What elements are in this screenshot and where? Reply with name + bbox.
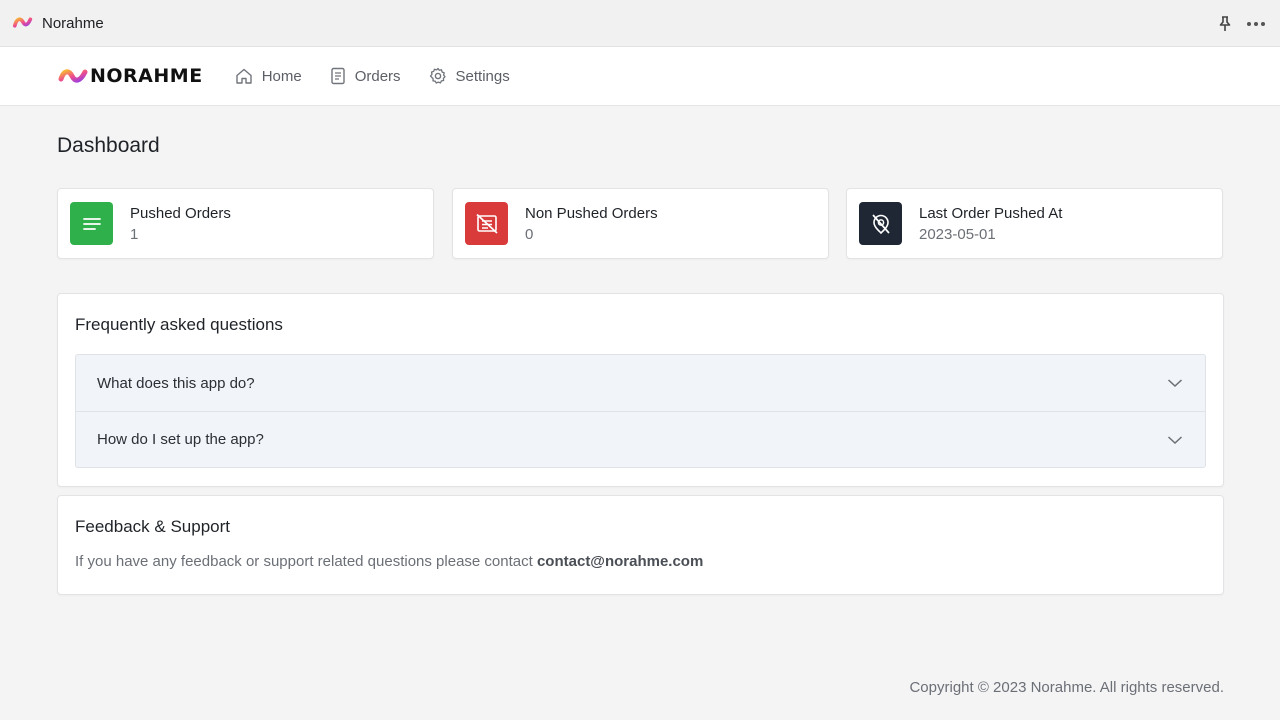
document-icon: [331, 67, 345, 85]
faq-item[interactable]: How do I set up the app?: [76, 411, 1205, 467]
location-off-icon: [859, 202, 902, 245]
pin-icon[interactable]: [1218, 15, 1232, 32]
support-message: If you have any feedback or support rela…: [75, 553, 537, 570]
page-title: Dashboard: [57, 134, 160, 157]
more-horizontal-icon[interactable]: [1246, 21, 1266, 27]
list-off-icon: [465, 202, 508, 245]
faq-accordion: What does this app do? How do I set up t…: [75, 354, 1206, 468]
nav-item-orders[interactable]: Orders: [330, 67, 401, 85]
stat-card-last-order-pushed: Last Order Pushed At 2023-05-01: [846, 188, 1223, 259]
faq-item[interactable]: What does this app do?: [76, 355, 1205, 411]
support-panel: Feedback & Support If you have any feedb…: [57, 495, 1224, 595]
stat-card-pushed-orders: Pushed Orders 1: [57, 188, 434, 259]
nav-item-home[interactable]: Home: [235, 67, 302, 85]
support-email-link[interactable]: contact@norahme.com: [537, 553, 703, 570]
window-titlebar: Norahme: [0, 0, 1280, 47]
stat-label: Non Pushed Orders: [525, 204, 658, 222]
faq-title: Frequently asked questions: [75, 315, 283, 334]
stat-label: Last Order Pushed At: [919, 204, 1063, 222]
faq-question: What does this app do?: [97, 374, 255, 392]
app-name: Norahme: [42, 14, 104, 32]
brand-logo[interactable]: NORAHME: [58, 65, 203, 87]
top-navbar: NORAHME Home Orders Settings: [0, 47, 1280, 106]
gear-icon: [429, 67, 446, 84]
stat-value: 1: [130, 225, 139, 243]
faq-panel: Frequently asked questions What does thi…: [57, 293, 1224, 487]
list-icon: [70, 202, 113, 245]
nav-item-label: Orders: [354, 67, 401, 85]
support-title: Feedback & Support: [75, 517, 230, 536]
nav-item-label: Home: [261, 67, 302, 85]
chevron-down-icon: [1167, 379, 1183, 388]
footer-copyright: Copyright © 2023 Norahme. All rights res…: [909, 679, 1224, 696]
support-text: If you have any feedback or support rela…: [75, 553, 1206, 570]
brand-text: NORAHME: [90, 65, 203, 87]
app-logo-icon: [12, 17, 33, 28]
home-icon: [235, 68, 252, 84]
brand-mark-icon: [58, 69, 88, 83]
stat-value: 0: [525, 225, 534, 243]
faq-question: How do I set up the app?: [97, 431, 264, 448]
nav-item-label: Settings: [455, 67, 510, 85]
stat-card-non-pushed-orders: Non Pushed Orders 0: [452, 188, 829, 259]
nav-item-settings[interactable]: Settings: [429, 67, 510, 85]
stat-value: 2023-05-01: [919, 225, 996, 243]
chevron-down-icon: [1167, 435, 1183, 444]
stat-label: Pushed Orders: [130, 204, 231, 222]
